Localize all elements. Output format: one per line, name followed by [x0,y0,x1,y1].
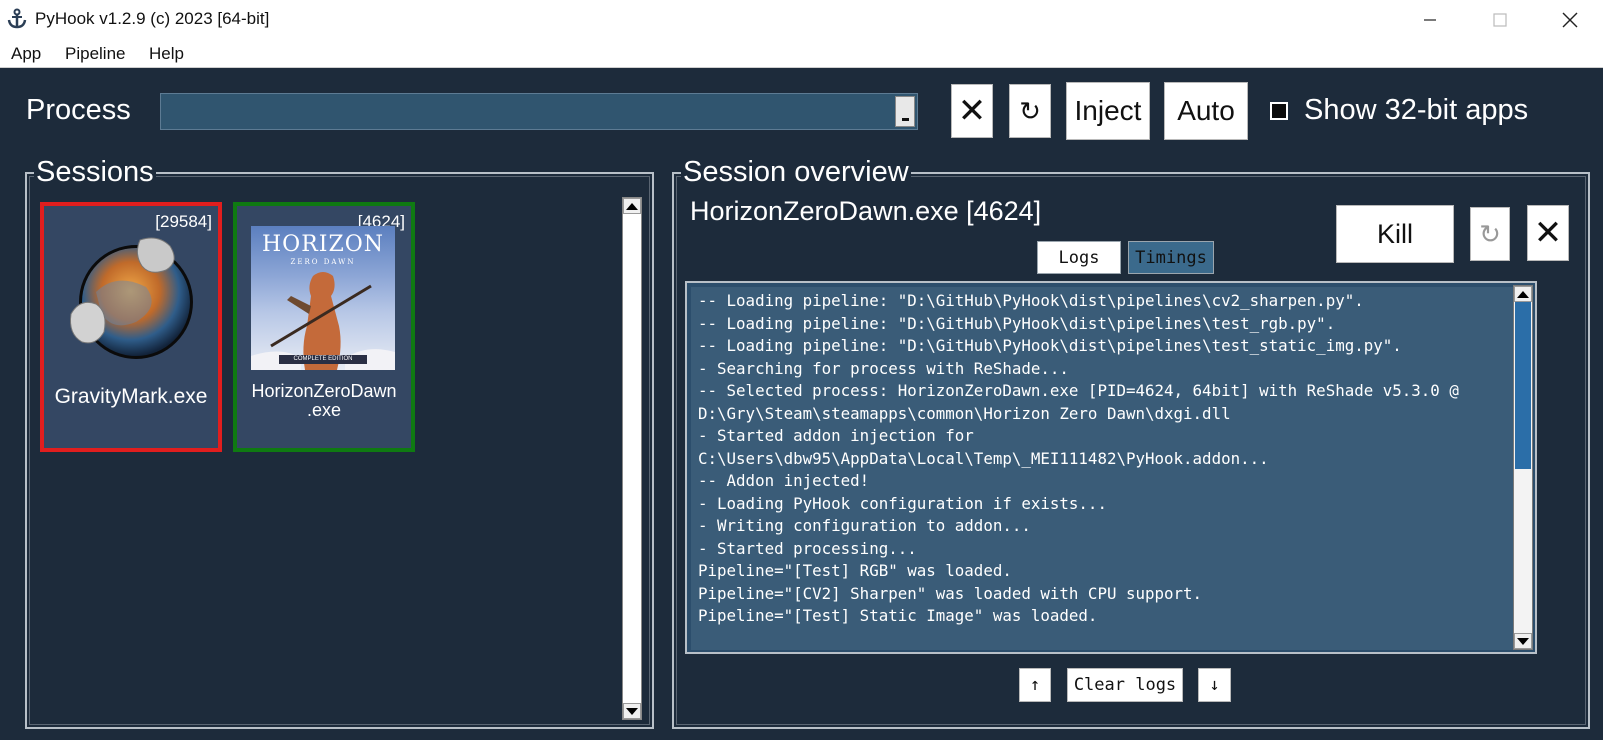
window-title: PyHook v1.2.9 (c) 2023 [64-bit] [35,9,270,28]
process-select[interactable] [160,93,918,130]
kill-button[interactable]: Kill [1336,205,1454,263]
log-line: Pipeline="[CV2] Sharpen" was loaded with… [698,583,1203,603]
arrow-down-icon [1517,637,1529,645]
log-line: Pipeline="[Test] Static Image" was loade… [698,606,1098,625]
show-32bit-label[interactable]: Show 32-bit apps [1304,94,1528,127]
maximize-button[interactable] [1465,0,1535,39]
log-line: Pipeline="[Test] RGB" was loaded. [698,561,1012,580]
process-label: Process [26,94,131,126]
session-name-line1: HorizonZeroDawn [251,381,397,401]
minimize-button[interactable] [1395,0,1465,39]
auto-button[interactable]: Auto [1164,82,1248,140]
session-card-horizon[interactable]: [4624] HORIZON ZERO DAWN COMPLETE EDITIO… [233,202,415,452]
session-name-line2: .exe [306,400,342,420]
log-line: - Started addon injection for [698,426,974,445]
inject-button-label: Inject [1074,95,1142,126]
dropdown-arrow-icon[interactable] [895,96,915,127]
inject-button[interactable]: Inject [1066,82,1150,140]
log-line: -- Loading pipeline: "D:\GitHub\PyHook\d… [698,336,1402,355]
window-close-button[interactable] [1535,0,1603,39]
log-text-area[interactable]: -- Loading pipeline: "D:\GitHub\PyHook\d… [691,287,1517,650]
refresh-process-button[interactable]: ↻ [1009,84,1051,138]
log-line: D:\Gry\Steam\steamapps\common\Horizon Ze… [698,403,1231,423]
log-scrollbar-thumb[interactable] [1515,302,1531,469]
arrow-down-icon [626,707,638,715]
title-bar: PyHook v1.2.9 (c) 2023 [64-bit] [0,0,1603,39]
menu-pipeline[interactable]: Pipeline [65,44,126,64]
log-line: - Searching for process with ReShade... [698,358,1069,378]
cover-edition: COMPLETE EDITION [279,355,367,364]
close-session-button[interactable]: ✕ [1527,205,1569,261]
log-line: -- Selected process: HorizonZeroDawn.exe… [698,381,1459,400]
minimize-icon [1424,18,1436,21]
clear-process-button[interactable]: ✕ [951,84,993,138]
sessions-title: Sessions [34,156,156,188]
kill-button-label: Kill [1376,218,1413,249]
close-icon [1562,12,1578,27]
menu-app[interactable]: App [11,44,41,64]
log-line: - Started processing... [698,538,917,558]
scroll-bottom-button[interactable]: ↓ [1198,668,1231,702]
close-icon: ✕ [957,92,987,130]
scroll-down-button[interactable] [623,703,641,719]
scroll-up-button[interactable] [623,198,641,214]
log-scroll-down-button[interactable] [1514,633,1532,649]
session-name-title: HorizonZeroDawn.exe [4624] [690,196,1042,226]
arrow-up-icon: ↑ [1029,675,1041,695]
clear-logs-label: Clear logs [1073,675,1177,695]
log-line: -- Loading pipeline: "D:\GitHub\PyHook\d… [698,291,1364,310]
log-line: - Loading PyHook configuration if exists… [698,493,1107,513]
refresh-icon: ↻ [1019,95,1041,126]
log-line: -- Addon injected! [698,471,870,490]
session-pid: [29584] [155,212,212,231]
close-icon: ✕ [1533,214,1563,252]
session-name: GravityMark.exe [54,385,208,408]
log-panel: -- Loading pipeline: "D:\GitHub\PyHook\d… [685,281,1537,654]
session-card-gravitymark[interactable]: [29584] GravityMark.exe [40,202,222,452]
cover-subtitle: ZERO DAWN [290,258,356,266]
auto-button-label: Auto [1177,95,1235,126]
log-scrollbar[interactable] [1513,285,1533,650]
menu-bar: App Pipeline Help [0,39,1603,68]
arrow-up-icon [626,202,638,210]
refresh-icon: ↻ [1479,218,1501,249]
scrollbar-thumb[interactable] [625,214,639,702]
log-line: - Writing configuration to addon... [698,516,1031,535]
tab-timings[interactable]: Timings [1128,241,1214,274]
log-scroll-up-button[interactable] [1514,286,1532,302]
anchor-icon [7,8,27,29]
log-line: C:\Users\dbw95\AppData\Local\Temp\_MEI11… [698,448,1269,468]
horizon-zero-dawn-cover: HORIZON ZERO DAWN COMPLETE EDITION [251,226,395,370]
gravitymark-icon [70,237,193,359]
sessions-scrollbar[interactable] [622,197,642,720]
maximize-icon [1493,12,1507,27]
arrow-down-icon: ↓ [1209,675,1220,695]
clear-logs-button[interactable]: Clear logs [1067,668,1183,702]
arrow-up-icon [1517,290,1529,298]
cover-title: HORIZON [261,232,385,257]
log-line: -- Loading pipeline: "D:\GitHub\PyHook\d… [698,313,1336,333]
menu-help[interactable]: Help [149,44,184,64]
show-32bit-checkbox[interactable] [1270,102,1288,120]
refresh-session-button[interactable]: ↻ [1470,207,1510,261]
tab-logs[interactable]: Logs [1037,241,1121,274]
scroll-top-button[interactable]: ↑ [1019,668,1051,702]
